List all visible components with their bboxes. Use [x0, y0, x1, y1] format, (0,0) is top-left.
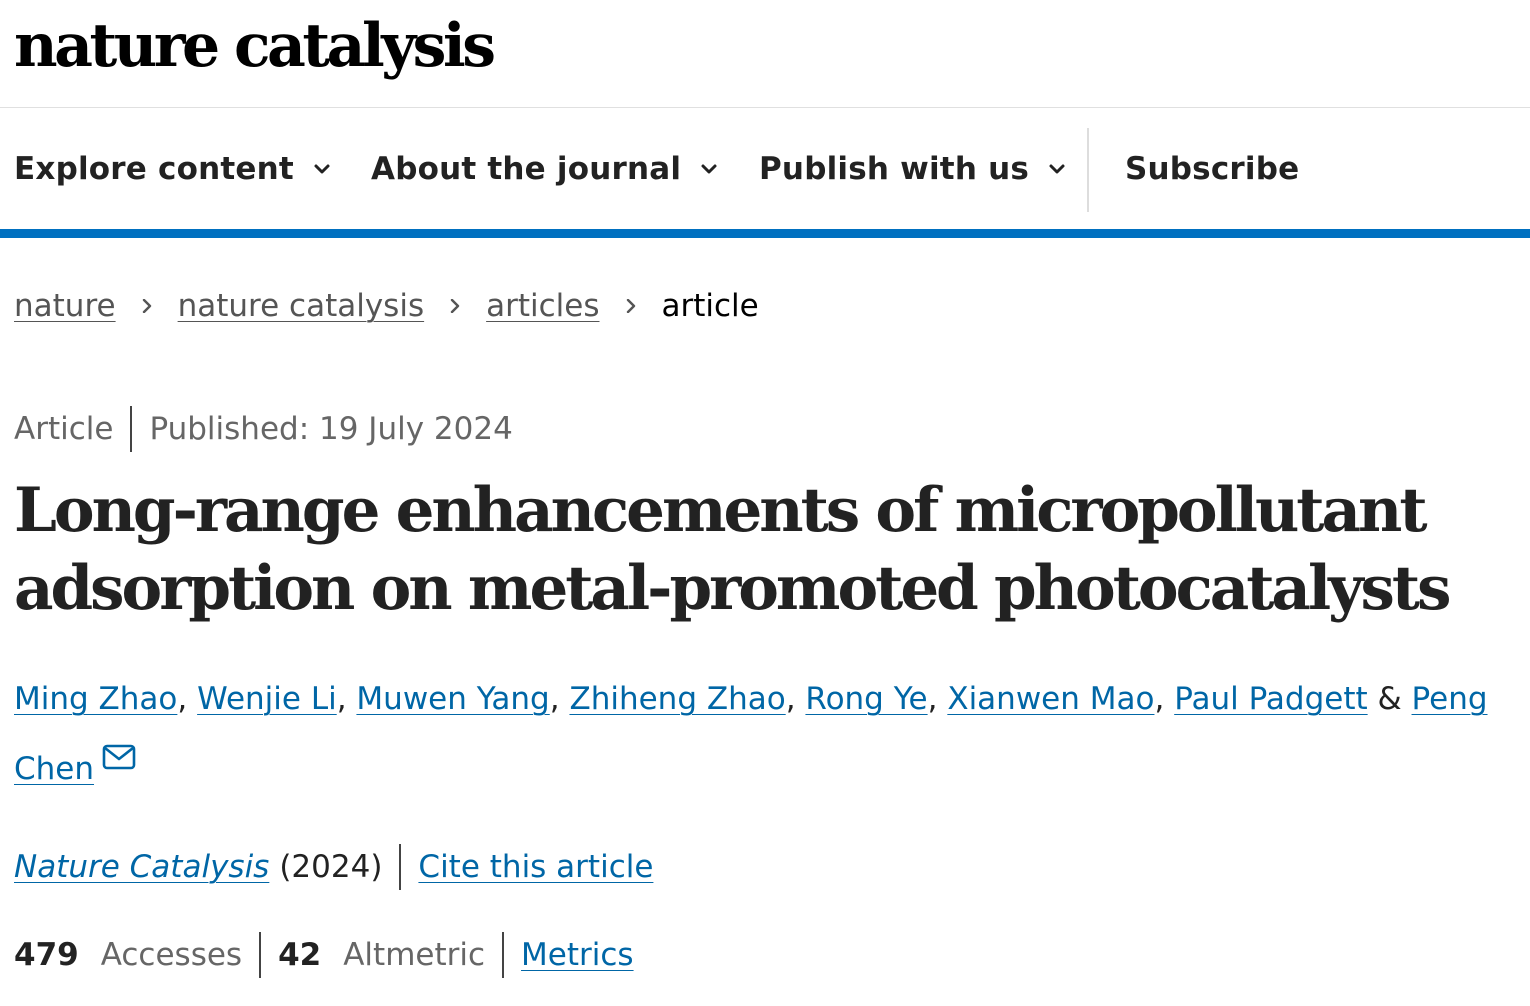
article-type: Article: [14, 411, 114, 447]
nav-about-journal-label: About the journal: [371, 150, 682, 187]
breadcrumb-nature[interactable]: nature: [14, 288, 116, 324]
published-date: Published: 19 July 2024: [149, 411, 513, 447]
accesses-count: 479: [14, 937, 79, 973]
cite-divider: [399, 844, 402, 890]
author-link[interactable]: Wenjie Li: [197, 681, 337, 717]
author-link[interactable]: Paul Padgett: [1174, 681, 1367, 717]
breadcrumb-current: article: [661, 288, 759, 324]
nav-explore-content-label: Explore content: [14, 150, 294, 187]
author-separator: ,: [1154, 681, 1175, 717]
nav-about-journal[interactable]: About the journal: [371, 108, 719, 229]
publication-year: (2024): [279, 849, 383, 885]
author-separator: ,: [177, 681, 198, 717]
author-separator: ,: [336, 681, 357, 717]
article-title: Long-range enhancements of micropollutan…: [14, 475, 1451, 624]
nav-divider: [1087, 128, 1089, 212]
author-separator: ,: [785, 681, 806, 717]
nav-publish-with-us[interactable]: Publish with us: [759, 108, 1067, 229]
breadcrumb-nature-catalysis[interactable]: nature catalysis: [178, 288, 425, 324]
main-nav: Explore content About the journal Publis…: [0, 108, 1530, 229]
nav-explore-content[interactable]: Explore content: [14, 108, 332, 229]
breadcrumb-articles[interactable]: articles: [486, 288, 599, 324]
mail-icon[interactable]: [102, 744, 136, 770]
citation-row: Nature Catalysis (2024) Cite this articl…: [14, 840, 653, 894]
author-link[interactable]: Ming Zhao: [14, 681, 177, 717]
article-metrics: 479 Accesses 42 Altmetric Metrics: [14, 928, 634, 982]
author-separator: ,: [927, 681, 948, 717]
author-separator: &: [1367, 681, 1412, 717]
meta-divider: [130, 406, 133, 452]
accesses-label: Accesses: [100, 937, 243, 973]
author-separator: ,: [549, 681, 570, 717]
chevron-down-icon: [1049, 164, 1065, 173]
chevron-right-icon: [450, 299, 460, 313]
author-list: Ming Zhao, Wenjie Li, Muwen Yang, Zhihen…: [14, 664, 1514, 804]
breadcrumb: nature nature catalysis articles article: [14, 275, 759, 337]
chevron-down-icon: [314, 164, 330, 173]
nav-accent-rule: [0, 229, 1530, 238]
site-header: nature catalysis: [0, 0, 1530, 108]
author-link[interactable]: Xianwen Mao: [947, 681, 1154, 717]
metrics-link[interactable]: Metrics: [521, 937, 634, 973]
journal-link[interactable]: Nature Catalysis: [14, 849, 269, 885]
author-link[interactable]: Muwen Yang: [356, 681, 549, 717]
nav-subscribe[interactable]: Subscribe: [1125, 108, 1299, 229]
altmetric-label: Altmetric: [343, 937, 486, 973]
altmetric-count: 42: [278, 937, 322, 973]
metrics-divider: [502, 932, 505, 978]
chevron-right-icon: [142, 299, 151, 313]
cite-this-article-link[interactable]: Cite this article: [418, 849, 653, 885]
article-meta: Article Published: 19 July 2024: [14, 404, 513, 454]
author-link[interactable]: Rong Ye: [805, 681, 927, 717]
journal-logo[interactable]: nature catalysis: [14, 2, 496, 90]
nav-publish-with-us-label: Publish with us: [759, 150, 1030, 187]
metrics-divider: [259, 932, 262, 978]
chevron-right-icon: [626, 299, 635, 313]
chevron-down-icon: [701, 164, 717, 173]
author-link[interactable]: Zhiheng Zhao: [569, 681, 785, 717]
